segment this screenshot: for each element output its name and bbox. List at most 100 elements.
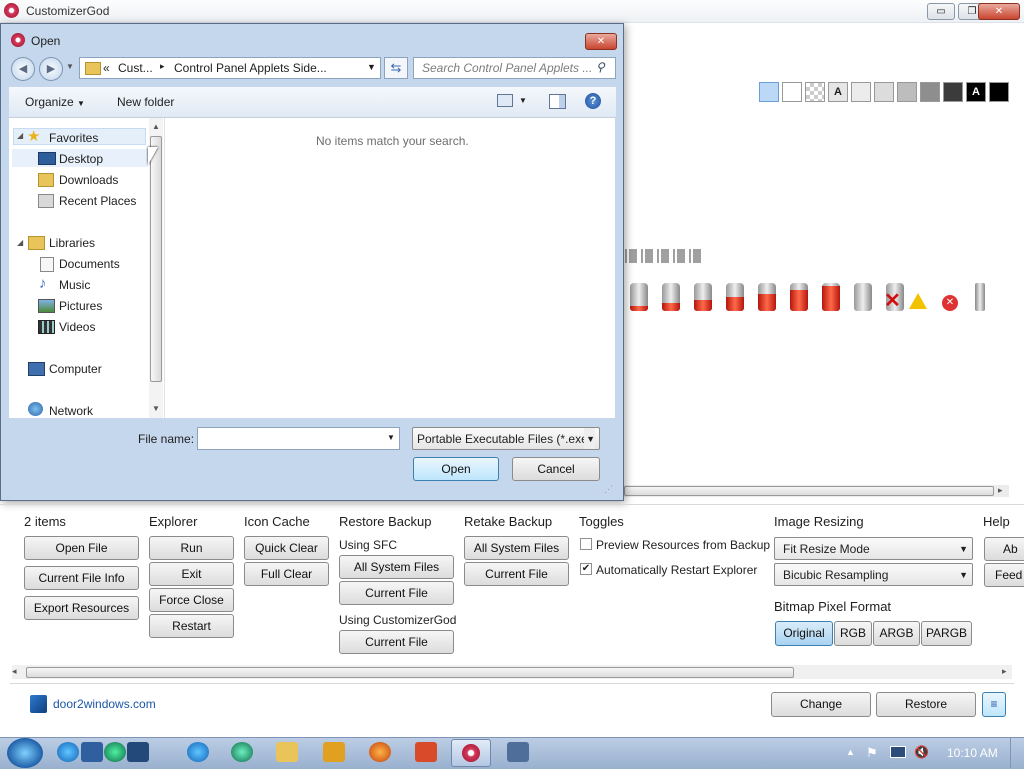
gimp-taskbar-icon[interactable] <box>415 742 437 762</box>
file-list-pane[interactable]: No items match your search. <box>165 118 615 418</box>
background-swatch[interactable] <box>805 82 825 102</box>
retake-all-system-files-button[interactable]: All System Files <box>464 536 569 560</box>
restore-cg-current-file-button[interactable]: Current File <box>339 630 454 654</box>
file-action-button[interactable]: Export Resources <box>24 596 139 620</box>
background-swatch[interactable] <box>874 82 894 102</box>
restore-button[interactable]: Restore <box>876 692 976 717</box>
scroll-down-icon[interactable]: ▼ <box>152 404 160 413</box>
file-type-select[interactable]: Portable Executable Files (*.exe; ▼ <box>412 427 600 450</box>
preview-backup-checkbox[interactable] <box>580 538 592 550</box>
preview-backup-label[interactable]: Preview Resources from Backup <box>596 538 770 552</box>
show-hidden-icons[interactable]: ▲ <box>846 747 855 757</box>
retake-current-file-button[interactable]: Current File <box>464 562 569 586</box>
explorer-action-button[interactable]: Run <box>149 536 234 560</box>
breadcrumb-separator[interactable]: ▸ <box>160 61 165 72</box>
back-button[interactable]: ◀ <box>11 57 35 81</box>
icon-cache-action-button[interactable]: Quick Clear <box>244 536 329 560</box>
nav-downloads[interactable]: Downloads <box>59 173 118 187</box>
file-name-dropdown-icon[interactable]: ▼ <box>387 433 395 442</box>
preview-pane-icon[interactable] <box>549 94 566 109</box>
dialog-cancel-button[interactable]: Cancel <box>512 457 600 481</box>
explorer-taskbar-icon[interactable] <box>276 742 298 762</box>
nav-videos[interactable]: Videos <box>59 320 95 334</box>
nav-desktop[interactable]: Desktop <box>59 152 103 166</box>
minimize-button[interactable]: ▭ <box>927 3 955 20</box>
menu-button[interactable]: ≡ <box>982 692 1006 717</box>
view-dropdown-icon[interactable]: ▼ <box>519 96 527 105</box>
nav-network[interactable]: Network <box>49 404 93 418</box>
nav-documents[interactable]: Documents <box>59 257 120 271</box>
explorer-action-button[interactable]: Restart <box>149 614 234 638</box>
nav-music[interactable]: Music <box>59 278 90 292</box>
auto-restart-label[interactable]: Automatically Restart Explorer <box>596 563 757 577</box>
forward-button[interactable]: ▶ <box>39 57 63 81</box>
background-swatch[interactable] <box>989 82 1009 102</box>
door2windows-link[interactable]: door2windows.com <box>53 697 156 711</box>
change-button[interactable]: Change <box>771 692 871 717</box>
explorer-action-button[interactable]: Exit <box>149 562 234 586</box>
file-action-button[interactable]: Current File Info <box>24 566 139 590</box>
nav-recent-places[interactable]: Recent Places <box>59 194 136 208</box>
dialog-close-button[interactable]: ✕ <box>585 33 617 50</box>
ie-quicklaunch-icon[interactable] <box>57 742 79 762</box>
view-options-icon[interactable] <box>497 94 513 107</box>
background-swatch[interactable] <box>920 82 940 102</box>
background-swatch[interactable]: A <box>966 82 986 102</box>
pixel-format-argb-button[interactable]: ARGB <box>873 621 920 646</box>
taskbar-clock[interactable]: 10:10 AM <box>947 746 998 760</box>
background-swatch[interactable] <box>897 82 917 102</box>
pixel-format-rgb-button[interactable]: RGB <box>834 621 872 646</box>
breadcrumb-prefix[interactable]: « <box>103 61 110 75</box>
scrollbar-thumb[interactable] <box>624 486 994 496</box>
nav-favorites[interactable]: Favorites <box>49 131 98 145</box>
background-swatch[interactable] <box>943 82 963 102</box>
wmp-taskbar-icon[interactable] <box>231 742 253 762</box>
help-icon[interactable]: ? <box>585 93 601 109</box>
address-dropdown-icon[interactable]: ▼ <box>367 62 376 72</box>
feedback-button[interactable]: Feed <box>984 563 1024 587</box>
media-center-icon[interactable] <box>104 742 126 762</box>
about-button[interactable]: Ab <box>984 537 1024 561</box>
search-input[interactable]: Search Control Panel Applets ... ⚲ <box>413 57 616 79</box>
breadcrumb-part1[interactable]: Cust... <box>118 61 153 75</box>
nav-computer[interactable]: Computer <box>49 362 102 376</box>
scrollbar-thumb[interactable] <box>150 136 162 382</box>
app-taskbar-icon[interactable] <box>507 742 529 762</box>
background-swatch[interactable] <box>851 82 871 102</box>
start-button[interactable] <box>7 738 43 768</box>
auto-restart-checkbox[interactable]: ✔ <box>580 563 592 575</box>
ie-taskbar-icon[interactable] <box>187 742 209 762</box>
show-desktop-button[interactable] <box>1010 738 1024 768</box>
nav-libraries[interactable]: Libraries <box>49 236 95 250</box>
restore-sfc-all-system-files-button[interactable]: All System Files <box>339 555 454 579</box>
file-name-input[interactable]: ▼ <box>197 427 400 450</box>
nav-pictures[interactable]: Pictures <box>59 299 102 313</box>
show-desktop-icon[interactable] <box>81 742 103 762</box>
volume-muted-icon[interactable]: 🔇 <box>914 745 929 759</box>
dialog-open-button[interactable]: Open <box>413 457 499 481</box>
new-folder-button[interactable]: New folder <box>117 95 174 109</box>
scroll-up-icon[interactable]: ▲ <box>152 122 160 131</box>
background-swatch[interactable] <box>759 82 779 102</box>
switch-windows-icon[interactable] <box>127 742 149 762</box>
preview-horizontal-scrollbar[interactable]: ▸ <box>624 485 1009 497</box>
scrollbar-thumb[interactable] <box>26 667 794 678</box>
expand-arrow-icon[interactable]: ◢ <box>17 131 23 140</box>
resampling-select[interactable]: Bicubic Resampling ▼ <box>774 563 973 586</box>
icon-cache-action-button[interactable]: Full Clear <box>244 562 329 586</box>
background-swatch[interactable] <box>782 82 802 102</box>
background-swatch[interactable]: A <box>828 82 848 102</box>
breadcrumb-part2[interactable]: Control Panel Applets Side... <box>174 61 327 75</box>
pixel-format-pargb-button[interactable]: PARGB <box>921 621 972 646</box>
resize-grip-icon[interactable]: ⋰ <box>604 484 613 495</box>
firefox-taskbar-icon[interactable] <box>369 742 391 762</box>
explorer-action-button[interactable]: Force Close <box>149 588 234 612</box>
scroll-right-icon[interactable]: ▸ <box>998 485 1003 496</box>
scroll-left-icon[interactable]: ◂ <box>12 666 17 677</box>
restore-sfc-current-file-button[interactable]: Current File <box>339 581 454 605</box>
expand-arrow-icon[interactable]: ◢ <box>17 238 23 247</box>
customizergod-taskbar-button[interactable] <box>451 739 491 767</box>
network-tray-icon[interactable] <box>890 746 906 758</box>
media-player-taskbar-icon[interactable] <box>323 742 345 762</box>
file-action-button[interactable]: Open File <box>24 536 139 560</box>
